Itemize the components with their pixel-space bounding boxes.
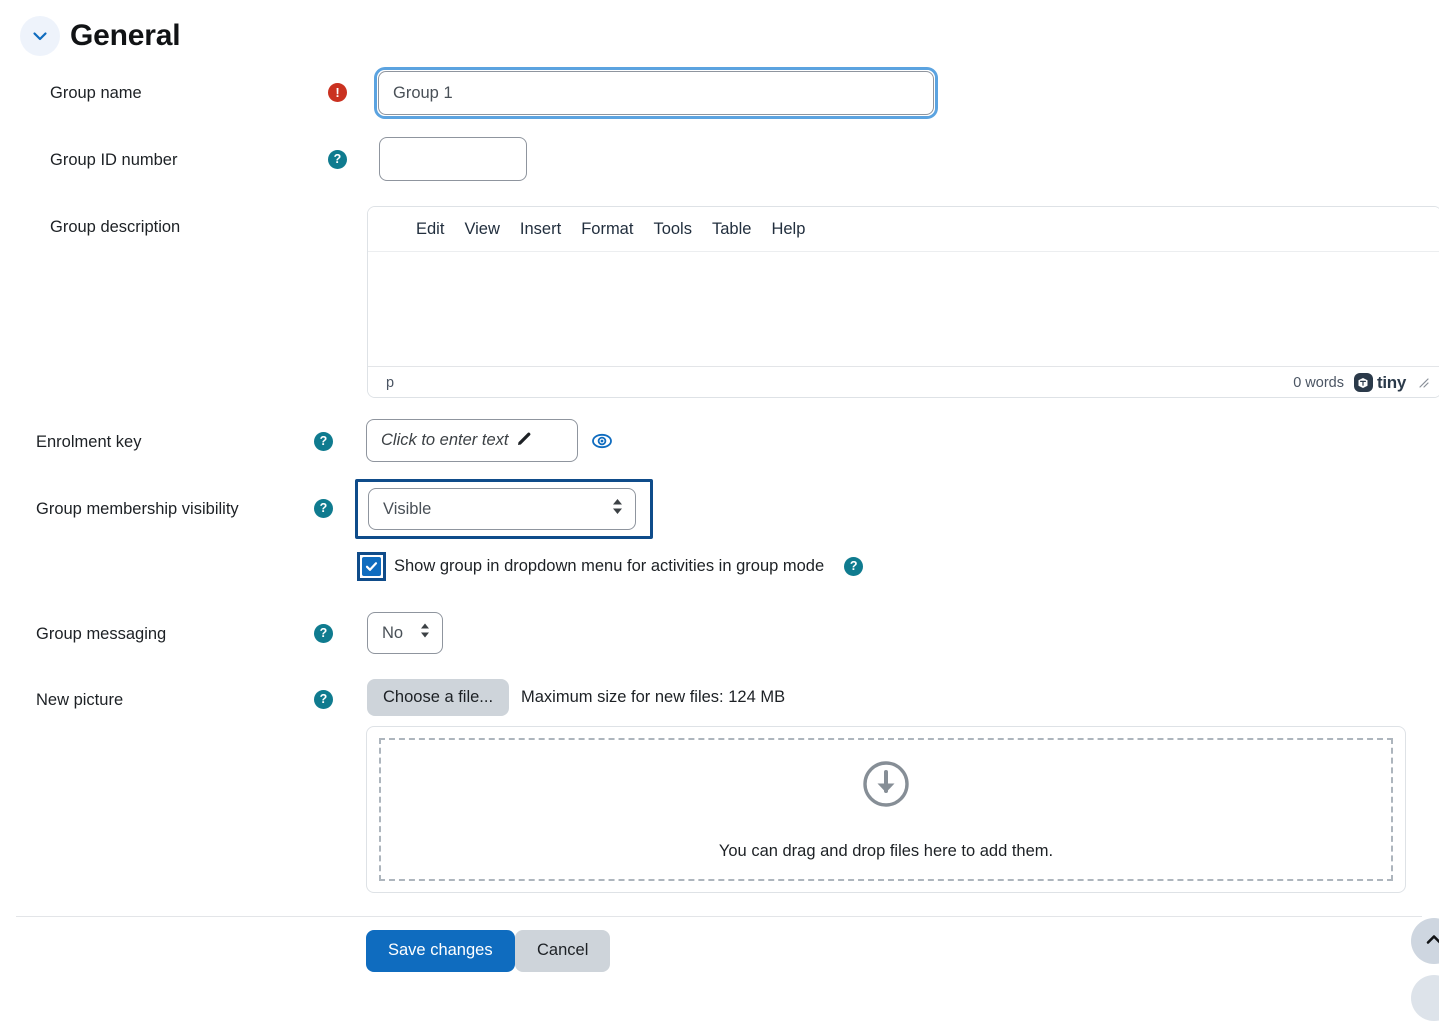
max-file-size-text: Maximum size for new files: 124 MB	[521, 688, 786, 706]
action-bar-divider	[16, 916, 1422, 917]
select-updown-arrows-icon	[612, 498, 623, 520]
enrolment-key-input[interactable]: Click to enter text	[366, 419, 578, 462]
tiny-logo-mark-icon	[1353, 373, 1373, 392]
show-in-dropdown-focus-ring	[357, 552, 386, 581]
enrolment-key-placeholder: Click to enter text	[381, 431, 509, 449]
dropzone-instruction-text: You can drag and drop files here to add …	[718, 841, 1054, 860]
file-dropzone[interactable]: You can drag and drop files here to add …	[379, 738, 1393, 881]
question-mark-icon[interactable]: ?	[844, 557, 864, 576]
enrolment-key-reveal-button[interactable]	[591, 430, 613, 457]
download-arrow-icon	[861, 759, 911, 814]
group-membership-visibility-value: Visible	[383, 499, 432, 518]
question-mark-icon[interactable]: ?	[314, 432, 333, 451]
new-picture-help[interactable]: ?	[314, 690, 333, 709]
section-header: General	[20, 16, 181, 56]
show-in-dropdown-label[interactable]: Show group in dropdown menu for activiti…	[394, 557, 824, 576]
tinymce-logo[interactable]: tiny	[1353, 372, 1406, 393]
group-messaging-value: No	[382, 623, 404, 642]
editor-element-path[interactable]: p	[386, 375, 394, 391]
editor-menu-insert[interactable]: Insert	[512, 218, 569, 241]
editor-menu-table[interactable]: Table	[704, 218, 759, 241]
new-picture-label: New picture	[36, 691, 124, 709]
save-changes-button[interactable]: Save changes	[366, 930, 515, 972]
group-membership-visibility-help[interactable]: ?	[314, 499, 333, 518]
select-updown-arrows-icon	[420, 623, 430, 644]
enrolment-key-help[interactable]: ?	[314, 432, 333, 451]
editor-menu-edit[interactable]: Edit	[408, 218, 452, 241]
tiny-logo-text: tiny	[1376, 372, 1406, 392]
editor-resize-handle[interactable]	[1416, 375, 1429, 390]
question-mark-icon[interactable]: ?	[328, 150, 347, 169]
group-id-number-label: Group ID number	[50, 151, 178, 169]
group-membership-visibility-select[interactable]: Visible	[368, 488, 636, 530]
editor-content-area[interactable]	[368, 251, 1439, 366]
file-manager: You can drag and drop files here to add …	[366, 726, 1406, 893]
chevron-up-icon	[1423, 929, 1439, 954]
pencil-icon	[516, 430, 533, 452]
group-name-input[interactable]	[378, 71, 934, 115]
question-mark-icon[interactable]: ?	[314, 624, 333, 643]
group-name-required-indicator: !	[328, 83, 347, 102]
question-mark-icon[interactable]: ?	[314, 690, 333, 709]
group-name-focus-ring	[377, 70, 935, 116]
editor-menubar: Edit View Insert Format Tools Table Help	[368, 207, 1439, 251]
enrolment-key-label: Enrolment key	[36, 433, 142, 451]
page-title: General	[70, 19, 181, 52]
show-in-dropdown-row: Show group in dropdown menu for activiti…	[357, 552, 864, 581]
group-messaging-help[interactable]: ?	[314, 624, 333, 643]
group-messaging-label: Group messaging	[36, 625, 167, 643]
editor-status-right: 0 words tiny	[1293, 373, 1429, 393]
cancel-button[interactable]: Cancel	[515, 930, 611, 972]
editor-menu-help[interactable]: Help	[763, 218, 813, 241]
group-id-number-help[interactable]: ?	[328, 150, 347, 169]
group-description-label: Group description	[50, 218, 181, 236]
required-exclamation-icon: !	[328, 83, 347, 102]
group-name-label: Group name	[50, 84, 142, 102]
group-messaging-select[interactable]: No	[367, 612, 443, 654]
choose-file-button[interactable]: Choose a file...	[367, 679, 510, 716]
scroll-to-bottom-button[interactable]	[1411, 975, 1439, 1021]
chevron-down-icon	[30, 26, 50, 46]
editor-menu-tools[interactable]: Tools	[645, 218, 700, 241]
group-membership-visibility-label: Group membership visibility	[36, 500, 239, 518]
editor-status-bar: p 0 words tiny	[368, 366, 1439, 397]
editor-word-count[interactable]: 0 words	[1293, 375, 1344, 391]
editor-menu-format[interactable]: Format	[573, 218, 641, 241]
collapse-section-button[interactable]	[20, 16, 60, 56]
show-in-dropdown-checkbox[interactable]	[362, 557, 381, 576]
question-mark-icon[interactable]: ?	[314, 499, 333, 518]
group-id-number-input[interactable]	[379, 137, 527, 181]
scroll-to-top-button[interactable]	[1411, 918, 1439, 964]
eye-icon[interactable]	[591, 433, 613, 456]
group-description-editor: Edit View Insert Format Tools Table Help…	[367, 206, 1439, 398]
editor-menu-view[interactable]: View	[456, 218, 507, 241]
group-name-input-wrapper	[377, 70, 935, 116]
